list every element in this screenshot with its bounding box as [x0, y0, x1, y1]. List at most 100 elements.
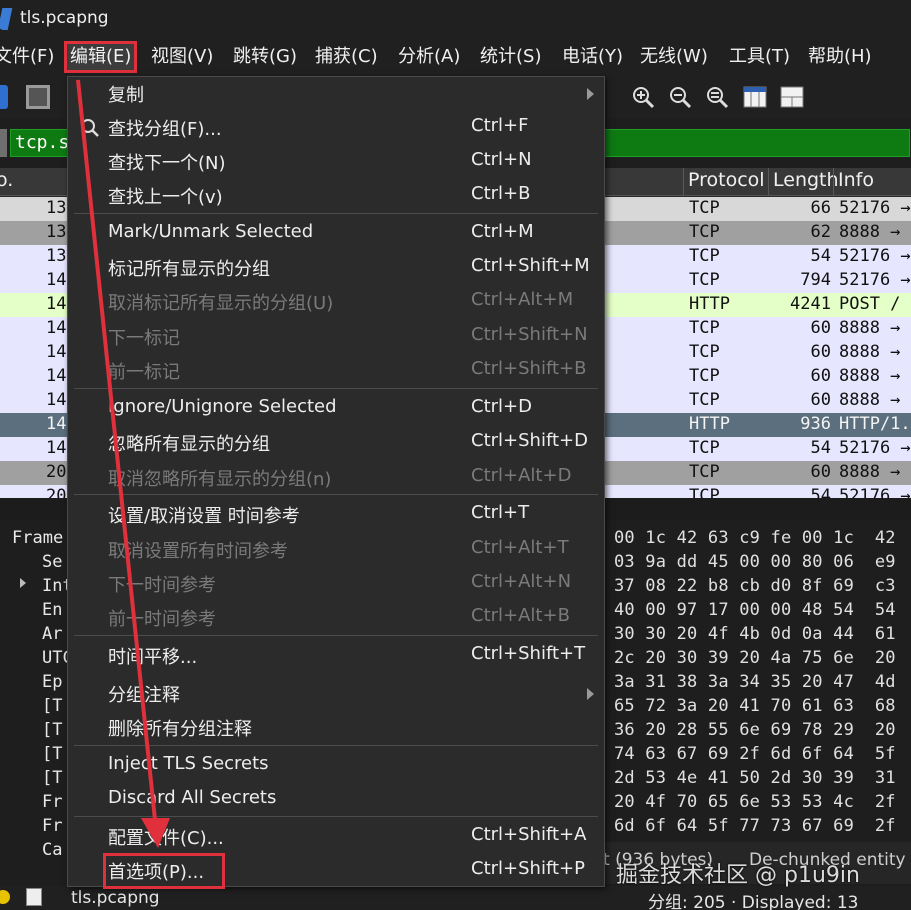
edit-menu-item[interactable]: 取消标记所有显示的分组(U) Ctrl+Alt+M — [68, 285, 604, 319]
menu-file[interactable]: 文件(F) — [0, 44, 54, 70]
hex-row[interactable]: 03 9a dd 45 00 00 80 06 e9 — [614, 552, 896, 572]
detail-row[interactable]: Ar — [42, 624, 62, 644]
edit-menu-item-label: 下一时间参考 — [108, 575, 216, 596]
packet-protocol: TCP — [689, 462, 720, 482]
edit-menu-item[interactable]: 取消忽略所有显示的分组(n) Ctrl+Alt+D — [68, 461, 604, 495]
detail-row[interactable]: [T — [42, 768, 62, 788]
edit-menu-item[interactable]: 取消设置所有时间参考 Ctrl+Alt+T — [68, 533, 604, 567]
packet-length: 936 — [800, 414, 831, 434]
menu-tools[interactable]: 工具(T) — [729, 44, 790, 70]
edit-menu-item[interactable]: 前一标记 Ctrl+Shift+B — [68, 354, 604, 388]
menu-statistics[interactable]: 统计(S) — [480, 44, 541, 70]
packet-info: 52176 → — [839, 486, 911, 498]
edit-menu-item[interactable]: Mark/Unmark Selected Ctrl+M — [68, 217, 604, 251]
hex-row[interactable]: 36 20 28 55 6e 69 78 29 20 — [614, 720, 896, 740]
zoom-out-icon[interactable] — [668, 85, 692, 109]
column-protocol[interactable]: Protocol — [688, 169, 765, 191]
column-separator[interactable] — [768, 168, 769, 196]
packet-length: 60 — [810, 462, 831, 482]
resize-columns-icon[interactable] — [743, 85, 767, 109]
hex-row[interactable]: 74 63 67 69 2f 6d 6f 64 5f — [614, 744, 896, 764]
packet-no: 14 — [46, 294, 67, 314]
hex-row[interactable]: 2d 53 4e 41 50 2d 30 39 31 — [614, 768, 896, 788]
status-file-name: tls.pcapng — [71, 888, 160, 908]
menu-capture[interactable]: 捕获(C) — [315, 44, 378, 70]
edit-menu-item[interactable]: 前一时间参考 Ctrl+Alt+B — [68, 601, 604, 635]
detail-row[interactable]: [T — [42, 696, 62, 716]
column-info[interactable]: Info — [838, 169, 874, 191]
submenu-arrow-icon — [587, 88, 594, 100]
packet-info: 8888 → — [839, 462, 901, 482]
detail-row[interactable]: [T — [42, 744, 62, 764]
edit-menu-item[interactable]: 分组注释 — [68, 677, 604, 711]
hex-row[interactable]: 65 72 3a 20 41 70 61 63 68 — [614, 696, 896, 716]
menu-bar: 文件(F) 编辑(E) 视图(V) 跳转(G) 捕获(C) 分析(A) 统计(S… — [0, 38, 911, 76]
zoom-in-icon[interactable] — [631, 85, 655, 109]
zoom-normal-icon[interactable] — [705, 85, 729, 109]
edit-menu-item[interactable]: Inject TLS Secrets — [68, 749, 604, 783]
menu-go[interactable]: 跳转(G) — [233, 44, 297, 70]
capture-comment-icon[interactable] — [26, 888, 42, 906]
detail-row[interactable]: Fr — [42, 792, 62, 812]
edit-menu-item-label: 标记所有显示的分组 — [108, 259, 270, 280]
packet-no: 14 — [46, 438, 67, 458]
menu-telephony[interactable]: 电话(Y) — [562, 44, 623, 70]
edit-menu-item[interactable]: 标记所有显示的分组 Ctrl+Shift+M — [68, 251, 604, 285]
window-title: tls.pcapng — [20, 8, 109, 28]
packet-info: 8888 → — [839, 366, 901, 386]
expert-info-icon[interactable] — [0, 890, 10, 904]
menu-help[interactable]: 帮助(H) — [808, 44, 872, 70]
edit-menu-item[interactable]: Discard All Secrets — [68, 783, 604, 817]
edit-menu-item[interactable]: 时间平移... Ctrl+Shift+T — [68, 639, 604, 673]
packet-protocol: TCP — [689, 318, 720, 338]
edit-menu-item-label: 首选项(P)... — [102, 853, 226, 889]
hex-row[interactable]: 00 1c 42 63 c9 fe 00 1c 42 — [614, 528, 896, 548]
expand-arrow-icon[interactable] — [20, 578, 26, 588]
detail-row[interactable]: Ep — [42, 672, 62, 692]
edit-menu-item[interactable]: 设置/取消设置 时间参考 Ctrl+T — [68, 498, 604, 532]
hex-row[interactable]: 2c 20 30 39 20 4a 75 6e 20 — [614, 648, 896, 668]
edit-menu-item[interactable]: 下一标记 Ctrl+Shift+N — [68, 320, 604, 354]
menu-edit[interactable]: 编辑(E) — [63, 41, 138, 73]
edit-menu-item[interactable]: 复制 — [68, 77, 604, 111]
edit-menu-item[interactable]: 配置文件(C)... Ctrl+Shift+A — [68, 820, 604, 854]
menu-view[interactable]: 视图(V) — [151, 44, 213, 70]
packet-no: 14 — [46, 318, 67, 338]
hex-row[interactable]: 20 4f 70 65 6e 53 53 4c 2f — [614, 792, 896, 812]
column-length[interactable]: Length — [773, 169, 839, 191]
hex-row[interactable]: 40 00 97 17 00 00 48 54 54 — [614, 600, 896, 620]
packet-length: 54 — [810, 246, 831, 266]
menu-analyze[interactable]: 分析(A) — [398, 44, 460, 70]
edit-menu-item[interactable]: 首选项(P)... Ctrl+Shift+P — [68, 853, 604, 889]
filter-bookmark-icon[interactable] — [0, 129, 7, 157]
edit-menu-item[interactable]: 下一时间参考 Ctrl+Alt+N — [68, 567, 604, 601]
edit-menu-item[interactable]: 忽略所有显示的分组 Ctrl+Shift+D — [68, 426, 604, 460]
start-capture-icon[interactable] — [0, 85, 8, 109]
detail-row[interactable]: En — [42, 600, 62, 620]
hex-row[interactable]: 30 30 20 4f 4b 0d 0a 44 61 — [614, 624, 896, 644]
detail-row[interactable]: Frame — [12, 528, 63, 548]
hex-row[interactable]: 37 08 22 b8 cb d0 8f 69 c3 — [614, 576, 896, 596]
edit-menu-item[interactable]: 查找分组(F)... Ctrl+F — [68, 111, 604, 145]
edit-menu-item[interactable]: 查找下一个(N) Ctrl+N — [68, 145, 604, 179]
packet-protocol: TCP — [689, 270, 720, 290]
packet-protocol: TCP — [689, 438, 720, 458]
edit-menu-item-label: 取消设置所有时间参考 — [108, 541, 288, 562]
edit-menu-item[interactable]: 查找上一个(v) Ctrl+B — [68, 179, 604, 213]
stop-capture-icon[interactable] — [26, 85, 50, 109]
edit-menu-item[interactable]: Ignore/Unignore Selected Ctrl+D — [68, 392, 604, 426]
hex-row[interactable]: 6d 6f 64 5f 77 73 67 69 2f — [614, 816, 896, 836]
column-separator[interactable] — [683, 168, 684, 196]
edit-menu-item-shortcut: Ctrl+N — [471, 149, 532, 170]
detail-row[interactable]: Fr — [42, 816, 62, 836]
table-layout-icon[interactable] — [780, 85, 804, 109]
menu-wireless[interactable]: 无线(W) — [640, 44, 708, 70]
detail-row[interactable]: Se — [42, 552, 62, 572]
detail-row[interactable]: Ca — [42, 840, 62, 860]
column-no[interactable]: o. — [0, 169, 13, 191]
packet-no: 14 — [46, 414, 67, 434]
column-separator[interactable] — [833, 168, 834, 196]
hex-row[interactable]: 3a 31 38 3a 34 35 20 47 4d — [614, 672, 896, 692]
edit-menu-item[interactable]: 删除所有分组注释 — [68, 711, 604, 745]
detail-row[interactable]: [T — [42, 720, 62, 740]
